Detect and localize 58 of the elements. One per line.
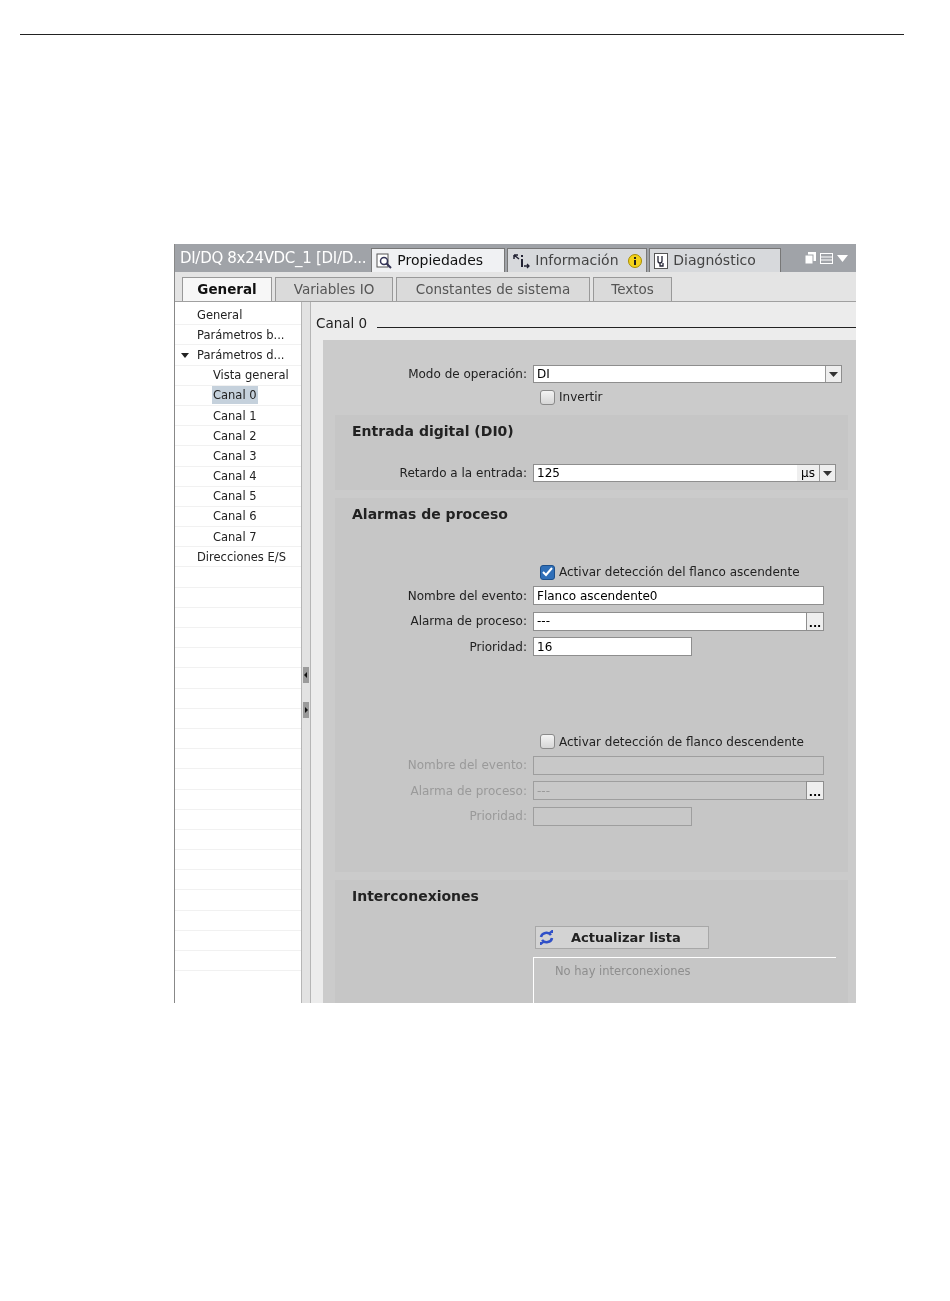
menu-arrow-icon[interactable] — [837, 254, 848, 262]
tree-item[interactable]: Vista general — [212, 366, 290, 385]
info-icon — [512, 252, 531, 269]
stethoscope-icon — [654, 252, 669, 269]
field-label: Modo de operación: — [407, 366, 528, 383]
inspector-tab[interactable]: Diagnóstico — [649, 248, 782, 272]
checkbox-label: Invertir — [559, 389, 603, 406]
input-field[interactable]: Flanco ascendente0 — [533, 586, 824, 606]
field-label: Retardo a la entrada: — [398, 465, 528, 482]
section-title: Entrada digital (DI0) — [351, 422, 515, 441]
section-title: Interconexiones — [351, 887, 480, 906]
tree-item[interactable]: Canal 2 — [212, 426, 258, 445]
checkbox[interactable] — [540, 389, 555, 405]
subtab[interactable]: Variables IO — [275, 277, 393, 301]
tree-item[interactable]: Canal 7 — [212, 527, 258, 546]
checkbox-label: Activar detección de flanco descendente — [559, 733, 804, 751]
field-label: Nombre del evento: — [406, 587, 528, 605]
browse-button[interactable]: ... — [806, 611, 824, 631]
expanded-triangle-icon[interactable] — [181, 350, 189, 359]
dropdown-arrow-icon — [823, 470, 832, 476]
input-field[interactable]: --- — [533, 611, 806, 631]
refresh-icon — [538, 930, 555, 945]
input-delay-field[interactable]: 125 μs — [533, 464, 836, 482]
checkbox[interactable] — [540, 734, 555, 749]
tree-item[interactable]: General — [196, 305, 244, 324]
tree-item[interactable]: Canal 0 — [212, 386, 258, 405]
subtab[interactable]: Textos — [593, 277, 672, 301]
tree-item[interactable]: Canal 6 — [212, 507, 258, 526]
tree-item[interactable]: Parámetros b... — [196, 325, 286, 344]
tree-item[interactable]: Canal 4 — [212, 467, 258, 486]
tree-item[interactable]: Direcciones E/S — [196, 547, 287, 566]
restore-window-icon[interactable] — [805, 252, 816, 264]
input-field[interactable]: 16 — [533, 637, 692, 657]
tree-item[interactable]: Parámetros d... — [196, 345, 286, 364]
expand-right-icon[interactable] — [303, 702, 309, 718]
info-badge-icon — [628, 253, 643, 268]
subtab[interactable]: General — [182, 277, 272, 301]
tree-item[interactable]: Canal 3 — [212, 446, 258, 465]
operation-mode-dropdown[interactable]: DI — [533, 365, 842, 383]
refresh-list-button[interactable]: Actualizar lista — [535, 926, 709, 949]
tree-item[interactable]: Canal 1 — [212, 406, 258, 425]
collapse-left-icon[interactable] — [303, 667, 309, 683]
tree-item[interactable]: Canal 5 — [212, 487, 258, 506]
dropdown-arrow-icon — [829, 371, 838, 377]
layout-icon[interactable] — [820, 252, 833, 264]
magnifier-icon — [376, 252, 393, 269]
inspector-tab[interactable]: Información — [507, 248, 648, 272]
empty-list-message: No hay interconexiones — [555, 964, 691, 978]
checkbox[interactable] — [540, 564, 555, 580]
page-title: Canal 0 — [316, 313, 368, 333]
unit-label: μs — [797, 465, 819, 481]
subtab[interactable]: Constantes de sistema — [396, 277, 590, 301]
section-title: Alarmas de proceso — [351, 505, 509, 524]
inspector-tab[interactable]: Propiedades — [371, 248, 506, 272]
checkbox-label: Activar detección del flanco ascendente — [559, 564, 800, 581]
window-title: DI/DQ 8x24VDC_1 [DI/D... — [179, 247, 368, 269]
field-label: Prioridad: — [468, 638, 528, 656]
field-label: Alarma de proceso: — [409, 613, 528, 631]
